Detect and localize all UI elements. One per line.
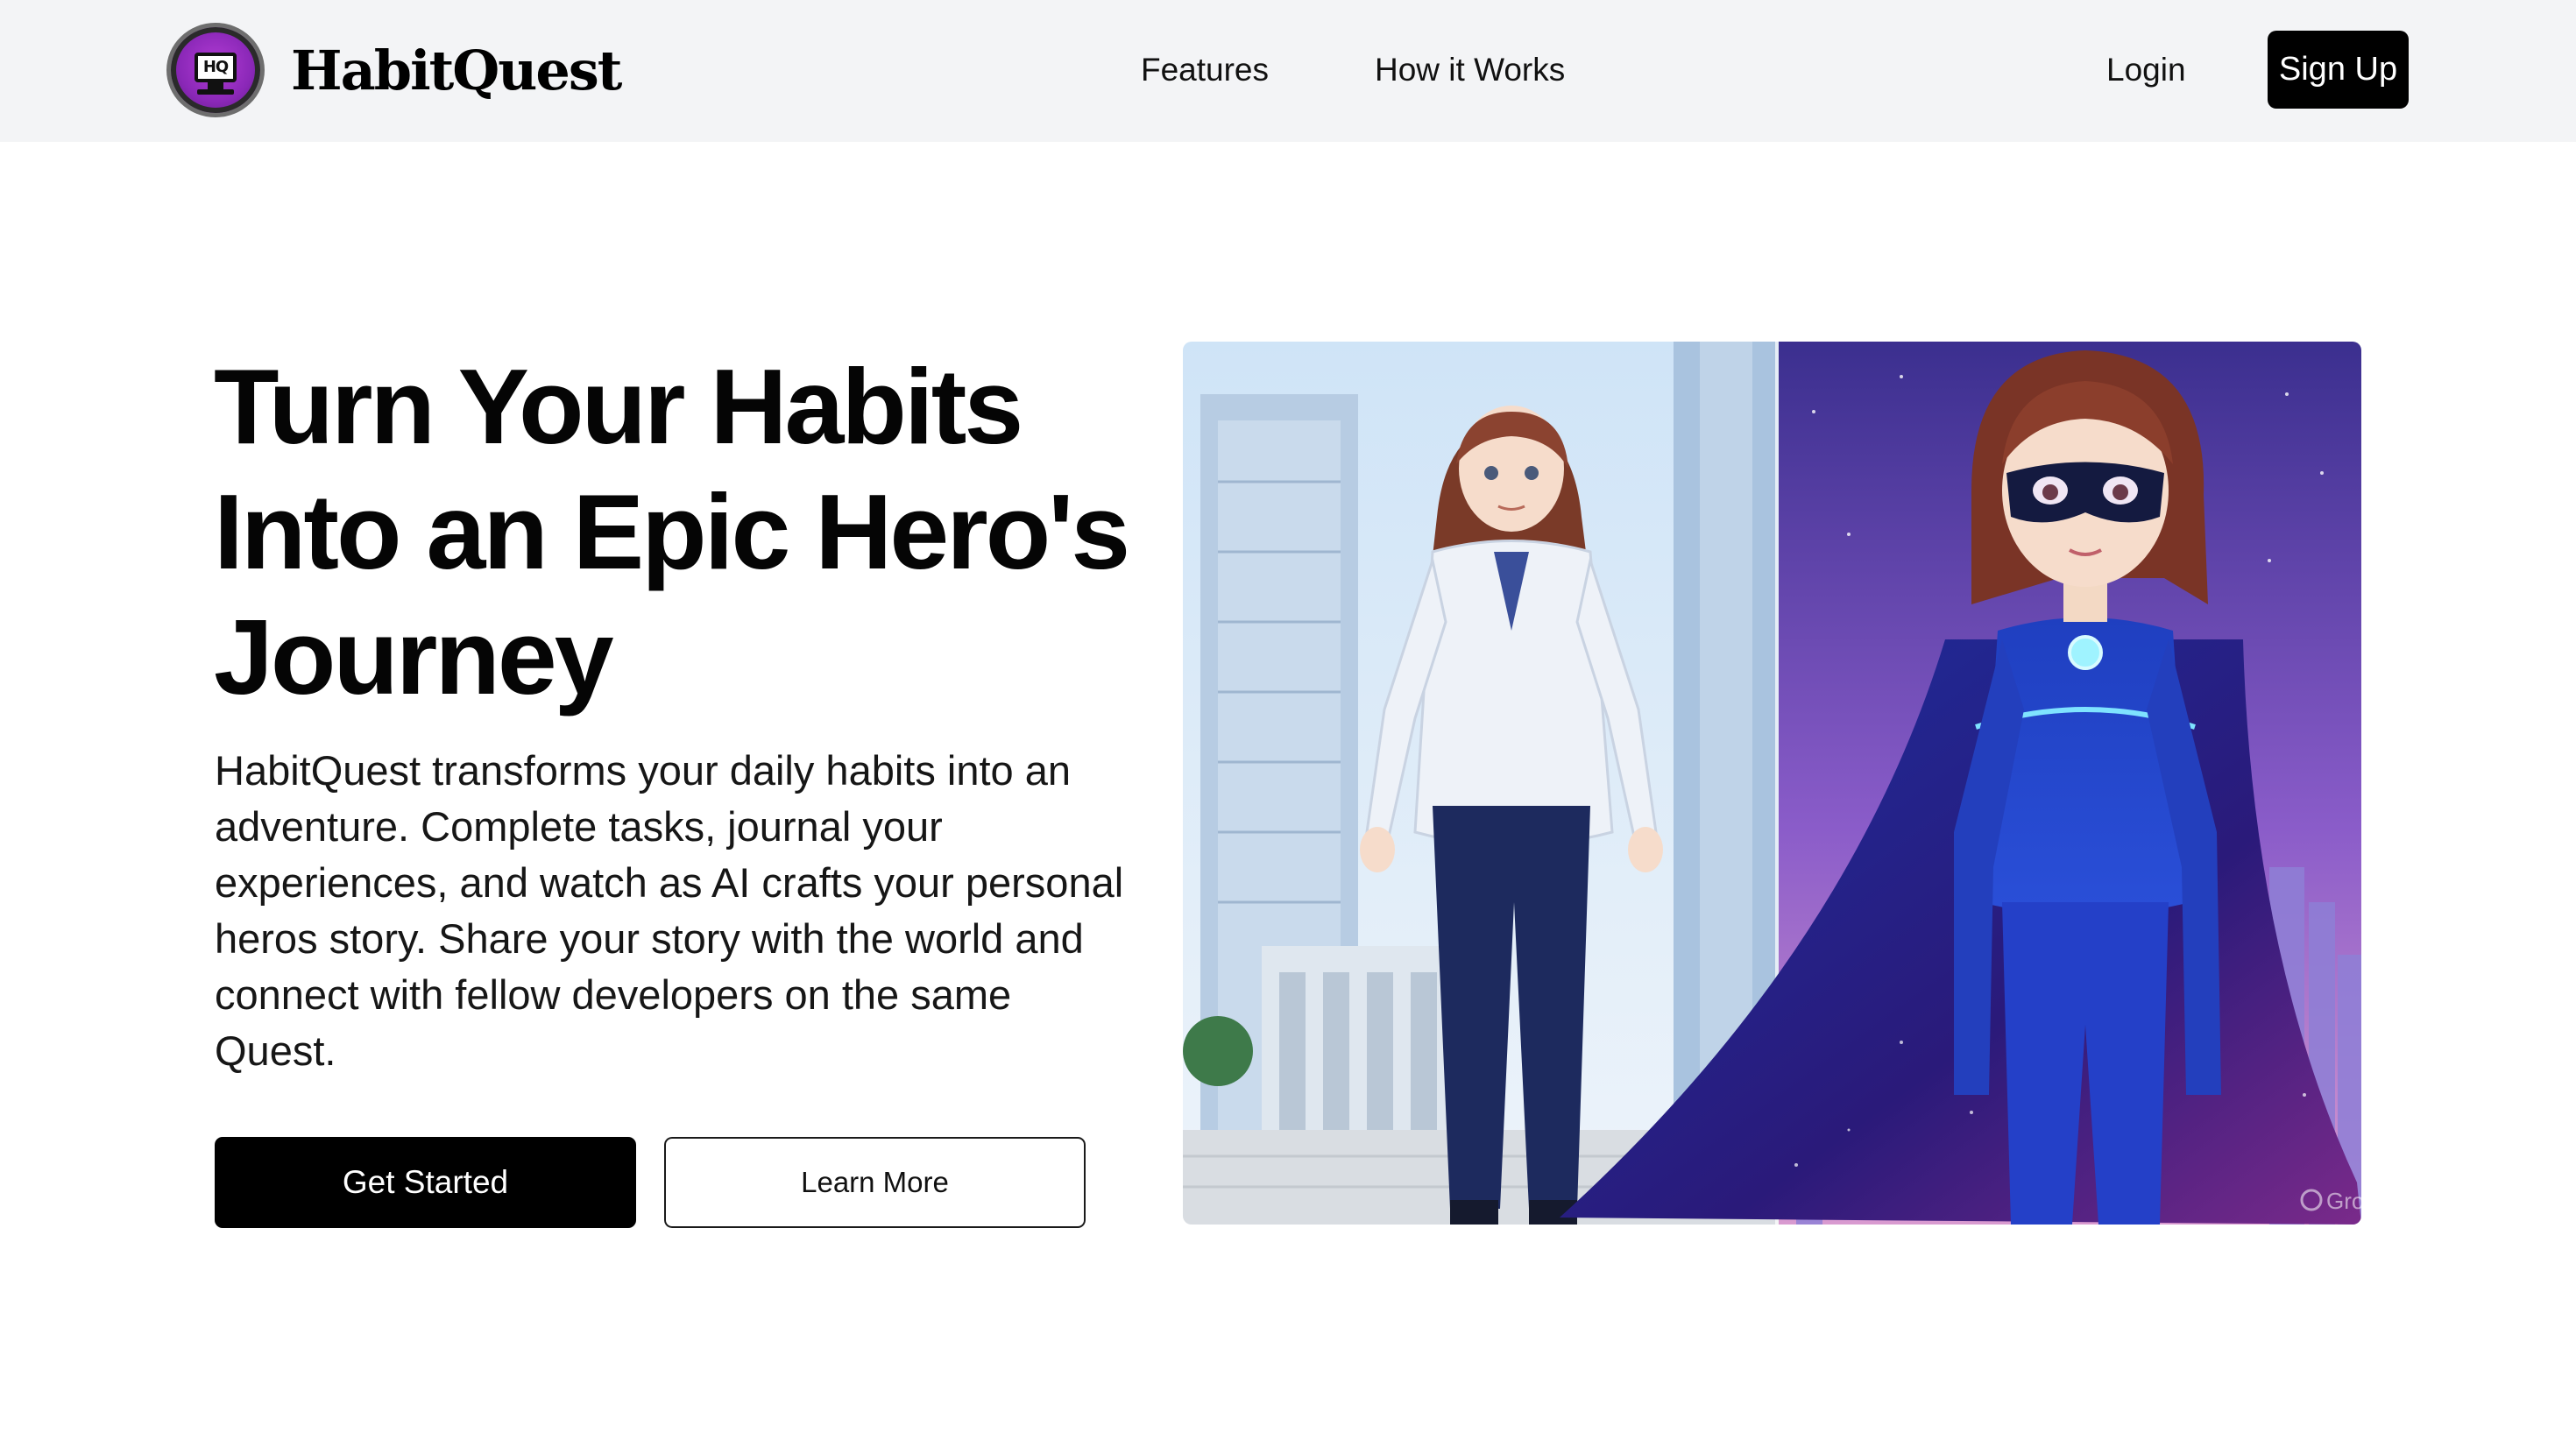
hero-headline-line-2: Into an Epic Hero's — [214, 472, 1130, 591]
nav-link-how-it-works[interactable]: How it Works — [1375, 46, 1565, 95]
learn-more-button[interactable]: Learn More — [664, 1137, 1086, 1228]
logo-monitor-base — [197, 89, 234, 95]
top-navigation-bar: HQ HabitQuest Features How it Works Logi… — [0, 0, 2576, 142]
logo-text: HQ — [195, 53, 237, 82]
nav-link-features[interactable]: Features — [1141, 46, 1269, 95]
get-started-button[interactable]: Get Started — [215, 1137, 636, 1228]
hero-illustration: Grok — [1183, 342, 2361, 1225]
hero-headline-line-1: Turn Your Habits — [214, 347, 1023, 466]
login-link[interactable]: Login — [2106, 46, 2186, 95]
hero-description: HabitQuest transforms your daily habits … — [215, 747, 1124, 1074]
grok-watermark: Grok — [2326, 1188, 2361, 1214]
sign-up-button[interactable]: Sign Up — [2268, 31, 2409, 109]
hero-headline: Turn Your Habits Into an Epic Hero's Jou… — [214, 344, 1143, 720]
habitquest-logo-icon: HQ — [166, 23, 265, 117]
hero-headline-line-3: Journey — [214, 597, 614, 716]
brand-name: HabitQuest — [291, 38, 622, 102]
brand[interactable]: HQ HabitQuest — [166, 23, 622, 117]
logo-monitor-stand — [208, 82, 223, 89]
